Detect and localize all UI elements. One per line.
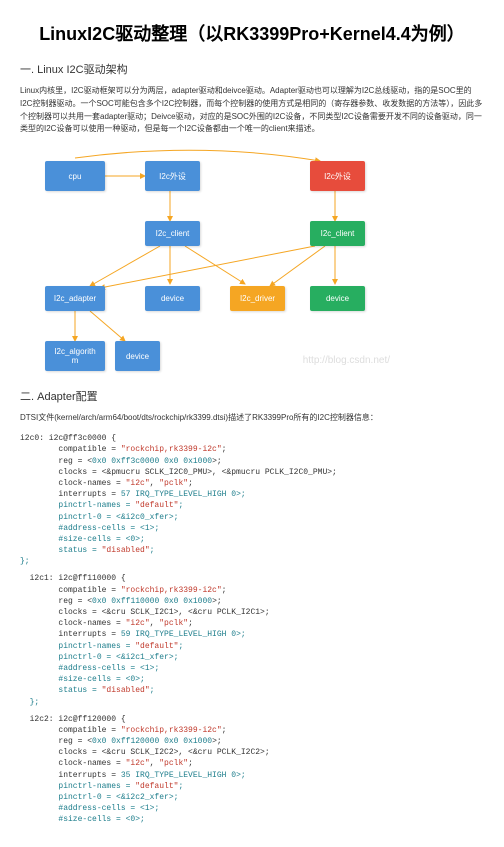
section1-heading: 一. Linux I2C驱动架构	[20, 61, 484, 77]
diagram-box-client1: I2c_client	[145, 221, 200, 246]
diagram-box-cpu: cpu	[45, 161, 105, 191]
diagram-box-device3: device	[115, 341, 160, 371]
diagram-box-i2c-periph1: I2c外设	[145, 161, 200, 191]
diagram-watermark: http://blog.csdn.net/	[303, 355, 390, 366]
diagram-box-device1: device	[145, 286, 200, 311]
diagram-box-adapter: I2c_adapter	[45, 286, 105, 311]
code-block-0: i2c0: i2c@ff3c0000 { compatible = "rockc…	[20, 433, 484, 567]
diagram-box-device2: device	[310, 286, 365, 311]
diagram-box-algorithm: I2c_algorith m	[45, 341, 105, 371]
architecture-diagram: cpu I2c外设 I2c外设 I2c_client I2c_client I2…	[20, 146, 400, 376]
section2-heading: 二. Adapter配置	[20, 388, 484, 404]
diagram-box-i2c-periph2: I2c外设	[310, 161, 365, 191]
section1-para: Linux内核里，I2C驱动框架可以分为两层，adapter驱动和deivce驱…	[20, 85, 484, 136]
diagram-box-client2: I2c_client	[310, 221, 365, 246]
diagram-box-driver: I2c_driver	[230, 286, 285, 311]
section2-desc: DTSI文件(kernel/arch/arm64/boot/dts/rockch…	[20, 412, 484, 423]
page-title: LinuxI2C驱动整理（以RK3399Pro+Kernel4.4为例）	[20, 20, 484, 46]
code-block-1: i2c1: i2c@ff110000 { compatible = "rockc…	[20, 573, 484, 707]
code-block-2: i2c2: i2c@ff120000 { compatible = "rockc…	[20, 714, 484, 826]
